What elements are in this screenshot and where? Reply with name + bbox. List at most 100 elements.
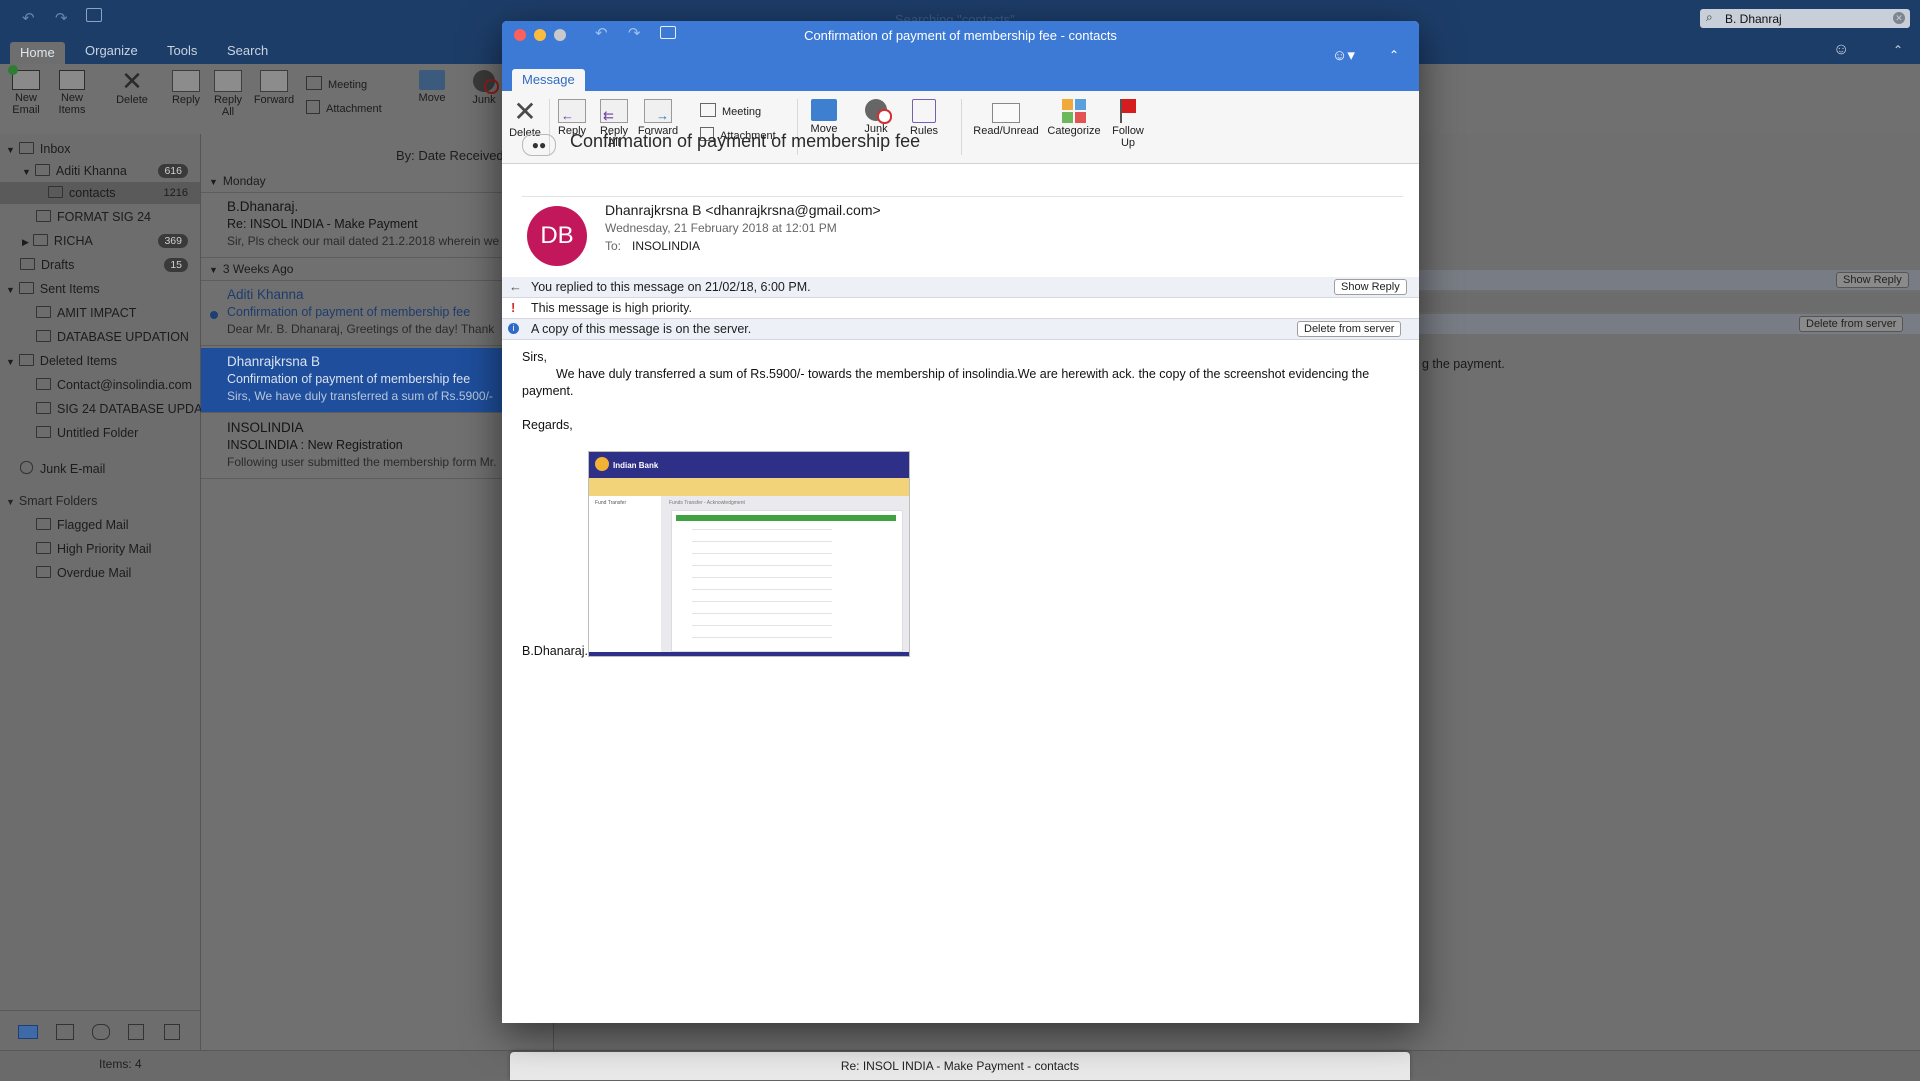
folder-format-sig-24[interactable]: FORMAT SIG 24 [36, 206, 151, 228]
junk-button[interactable]: Junk [856, 99, 896, 135]
collapse-ribbon-icon[interactable]: ⌃ [1893, 43, 1903, 57]
message-subject: Re: INSOL INDIA - Make Payment [227, 217, 418, 231]
junk-folder-icon [20, 461, 33, 474]
feedback-smiley-icon[interactable]: ☺ [1833, 41, 1849, 59]
message-window-title: Confirmation of payment of membership fe… [804, 28, 1117, 43]
disclosure-right-icon: ▶ [22, 237, 29, 247]
folder-amit-impact[interactable]: AMIT IMPACT [36, 302, 136, 324]
move-folder-icon [811, 99, 837, 121]
tab-search[interactable]: Search [227, 43, 268, 58]
calendar-icon [306, 76, 322, 90]
disclosure-down-icon: ▼ [6, 285, 15, 295]
unread-count-badge: 15 [164, 258, 188, 272]
folder-flagged-mail[interactable]: Flagged Mail [36, 514, 129, 536]
meeting-button[interactable]: Meeting [700, 103, 761, 118]
server-info-bar: i A copy of this message is on the serve… [502, 319, 1419, 340]
group-header-3-weeks-ago[interactable]: ▼ 3 Weeks Ago [201, 258, 553, 281]
body-regards: Regards, [522, 418, 573, 432]
folder-icon [36, 306, 51, 318]
calendar-module-icon[interactable] [56, 1024, 74, 1040]
search-input[interactable]: B. Dhanraj [1725, 12, 1782, 26]
minimized-window-tab[interactable]: Re: INSOL INDIA - Make Payment - contact… [510, 1052, 1410, 1080]
tasks-module-icon[interactable] [128, 1024, 144, 1040]
message-item[interactable]: INSOLINDIA INSOLINDIA : New Registration… [201, 414, 553, 479]
tab-home[interactable]: Home [10, 42, 65, 66]
print-icon[interactable] [86, 8, 102, 22]
tab-organize[interactable]: Organize [85, 43, 138, 58]
folder-sidebar: ▼ Inbox ▼ Aditi Khanna 616 contacts 1216 FOR… [0, 134, 213, 1010]
delete-from-server-button[interactable]: Delete from server [1297, 321, 1402, 337]
conversation-icon[interactable]: ●● [522, 134, 556, 156]
sender-avatar[interactable]: DB [527, 206, 587, 266]
move-button[interactable]: Move [412, 70, 452, 104]
forward-icon [260, 70, 288, 92]
folder-overdue-mail[interactable]: Overdue Mail [36, 562, 131, 584]
folder-deleted-items[interactable]: ▼ Deleted Items [6, 350, 117, 372]
folder-drafts[interactable]: Drafts 15 [20, 254, 198, 276]
folder-database-updation[interactable]: DATABASE UPDATION [36, 326, 189, 348]
feedback-smiley-icon[interactable]: ☺▾ [1332, 46, 1355, 64]
junk-button[interactable]: Junk [464, 70, 504, 106]
disclosure-down-icon: ▼ [6, 145, 15, 155]
sender-address[interactable]: Dhanrajkrsna B <dhanrajkrsna@gmail.com> [605, 202, 881, 218]
new-items-button[interactable]: New Items [52, 70, 92, 116]
payment-screenshot-image[interactable]: Indian Bank Fund Transfer Funds Transfer… [588, 451, 910, 657]
disclosure-down-icon: ▼ [22, 167, 31, 177]
meeting-button[interactable]: Meeting [306, 76, 367, 91]
tab-tools[interactable]: Tools [167, 43, 197, 58]
red-flag-icon [1118, 99, 1138, 123]
reply-all-button[interactable]: Reply All [210, 70, 246, 118]
group-header-monday[interactable]: ▼ Monday [201, 170, 553, 193]
folder-high-priority-mail[interactable]: High Priority Mail [36, 538, 151, 560]
folder-richa[interactable]: ▶ RICHA 369 [22, 230, 198, 252]
folder-contact-insolindia[interactable]: Contact@insolindia.com [36, 374, 192, 396]
categorize-button[interactable]: Categorize [1044, 99, 1104, 137]
notes-module-icon[interactable] [164, 1024, 180, 1040]
folder-icon [36, 426, 51, 438]
folder-junk-email[interactable]: Junk E-mail [20, 458, 105, 480]
delete-button[interactable]: ✕ Delete [112, 68, 152, 106]
show-reply-button[interactable]: Show Reply [1334, 279, 1407, 295]
folder-untitled[interactable]: Untitled Folder [36, 422, 138, 444]
disclosure-down-icon: ▼ [209, 177, 218, 187]
message-body: Sirs, We have duly transferred a sum of … [522, 349, 1407, 434]
collapse-ribbon-icon[interactable]: ⌃ [1389, 48, 1399, 62]
show-reply-button-bg[interactable]: Show Reply [1836, 272, 1909, 288]
move-button[interactable]: Move [804, 99, 844, 135]
redo-icon[interactable]: ↷ [55, 9, 68, 27]
sort-by-label[interactable]: By: Date Received [396, 148, 504, 163]
tab-message[interactable]: Message [512, 69, 585, 91]
clear-search-icon[interactable]: ✕ [1893, 12, 1905, 24]
folder-icon [34, 164, 50, 176]
priority-info-bar: ! This message is high priority. [502, 298, 1419, 319]
message-preview: Following user submitted the membership … [227, 455, 497, 469]
folder-contacts[interactable]: contacts 1216 [48, 182, 198, 204]
new-email-button[interactable]: New Email [8, 65, 44, 116]
message-window-titlebar: ↶ ↷ Confirmation of payment of membershi… [502, 21, 1419, 71]
message-item[interactable]: B.Dhanaraj. Re: INSOL INDIA - Make Payme… [201, 193, 553, 258]
undo-icon[interactable]: ↶ [22, 9, 35, 27]
folder-inbox[interactable]: ▼ Inbox [6, 138, 71, 160]
delete-from-server-button-bg[interactable]: Delete from server [1799, 316, 1904, 332]
search-field[interactable]: ⌕ B. Dhanraj ✕ [1700, 9, 1910, 28]
smart-folders-header[interactable]: ▼ Smart Folders [6, 490, 97, 512]
follow-up-button[interactable]: Follow Up [1108, 99, 1148, 149]
message-item-selected[interactable]: Dhanrajkrsna B Confirmation of payment o… [201, 348, 553, 413]
minimized-window-title: Re: INSOL INDIA - Make Payment - contact… [840, 1059, 1080, 1073]
attachment-button[interactable]: Attachment [306, 100, 382, 115]
people-module-icon[interactable] [92, 1024, 110, 1040]
folder-aditi-khanna[interactable]: ▼ Aditi Khanna 616 [22, 160, 198, 182]
read-unread-button[interactable]: Read/Unread [972, 99, 1040, 137]
recipient[interactable]: INSOLINDIA [632, 239, 700, 253]
folder-sig24-database[interactable]: SIG 24 DATABASE UPDA... [36, 398, 213, 420]
message-item[interactable]: Aditi Khanna Confirmation of payment of … [201, 281, 553, 346]
categorize-icon [1062, 99, 1086, 123]
delete-x-icon: ✕ [513, 96, 537, 127]
forward-button[interactable]: Forward [252, 70, 296, 106]
mail-module-icon[interactable] [18, 1025, 38, 1039]
reply-button[interactable]: Reply [168, 70, 204, 106]
smart-folder-icon [36, 542, 51, 554]
delete-button[interactable]: ✕ Delete [507, 96, 543, 140]
reply-arrow-icon: ← [509, 279, 522, 294]
folder-sent-items[interactable]: ▼ Sent Items [6, 278, 100, 300]
